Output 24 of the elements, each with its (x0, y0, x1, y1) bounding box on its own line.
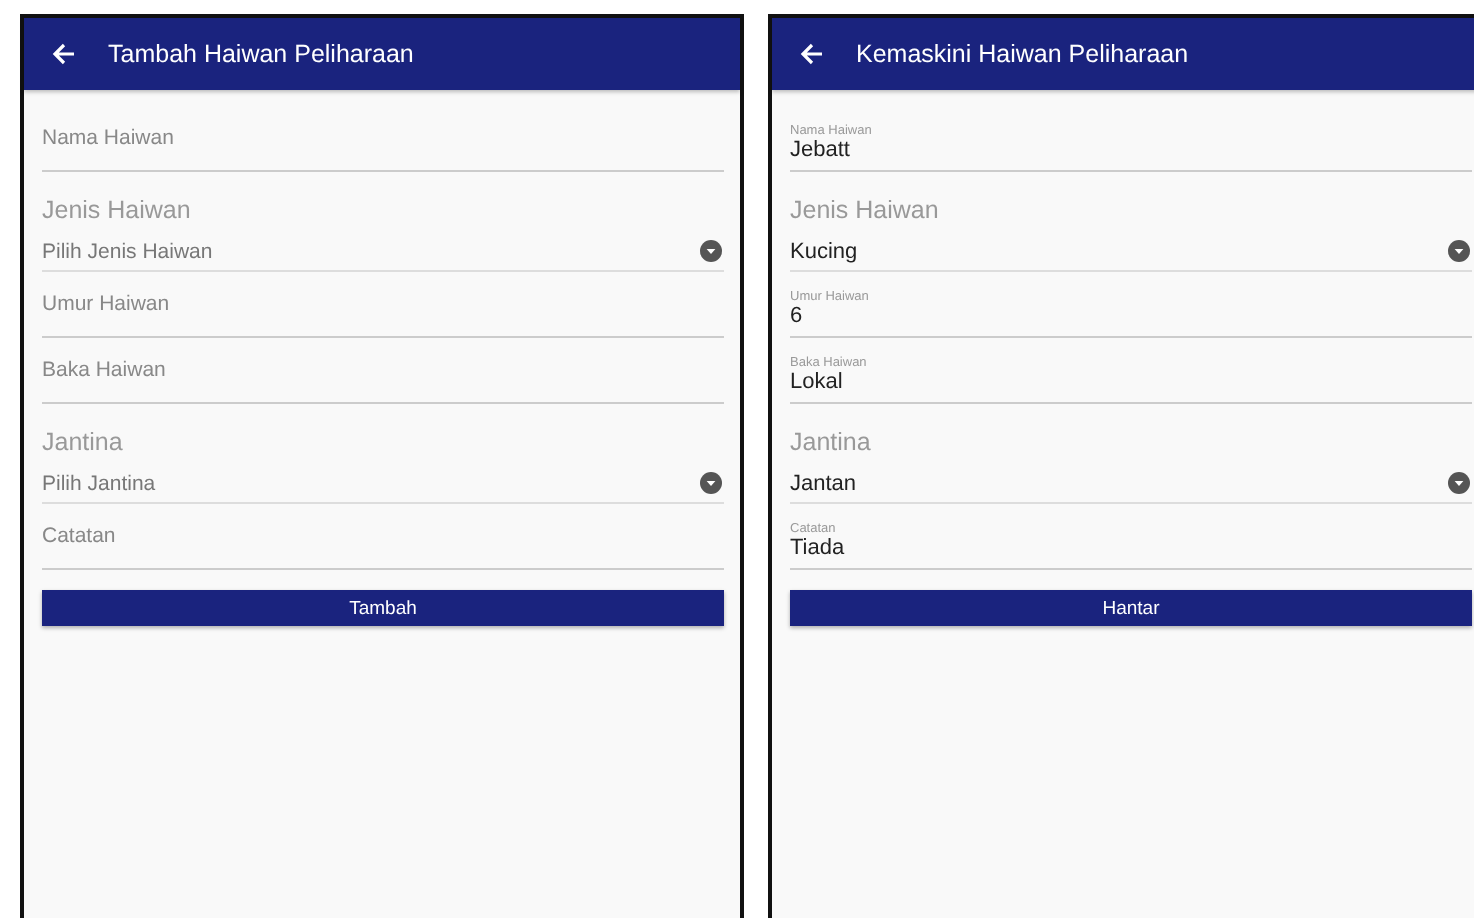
submit-button[interactable]: Tambah (42, 590, 724, 626)
screen-title: Kemaskini Haiwan Peliharaan (856, 40, 1189, 68)
field-value: Tiada (790, 536, 847, 560)
field-label: Jantina (42, 428, 123, 456)
field-label: Jantina (790, 428, 871, 456)
dropdown-icon (700, 240, 722, 262)
dropdown-field[interactable]: Jantan (790, 456, 1472, 504)
field-value: Jebatt (790, 138, 852, 162)
field-label: Jenis Haiwan (42, 196, 191, 224)
field-label: Jenis Haiwan (790, 196, 939, 224)
field-placeholder: Umur Haiwan (42, 292, 172, 316)
back-arrow-icon[interactable] (800, 42, 824, 66)
screen-title: Tambah Haiwan Peliharaan (108, 40, 414, 68)
dropdown-field[interactable]: Pilih Jantina (42, 456, 724, 504)
dropdown-field[interactable]: Pilih Jenis Haiwan (42, 224, 724, 272)
field-placeholder: Nama Haiwan (42, 126, 176, 150)
submit-button[interactable]: Hantar (790, 590, 1472, 626)
back-arrow-icon[interactable] (52, 42, 76, 66)
field-value: 6 (790, 304, 805, 328)
dropdown-icon (700, 472, 722, 494)
field-value: Lokal (790, 370, 845, 394)
field-placeholder: Catatan (42, 524, 118, 548)
dropdown-field[interactable]: Kucing (790, 224, 1472, 272)
field-placeholder: Baka Haiwan (42, 358, 168, 382)
